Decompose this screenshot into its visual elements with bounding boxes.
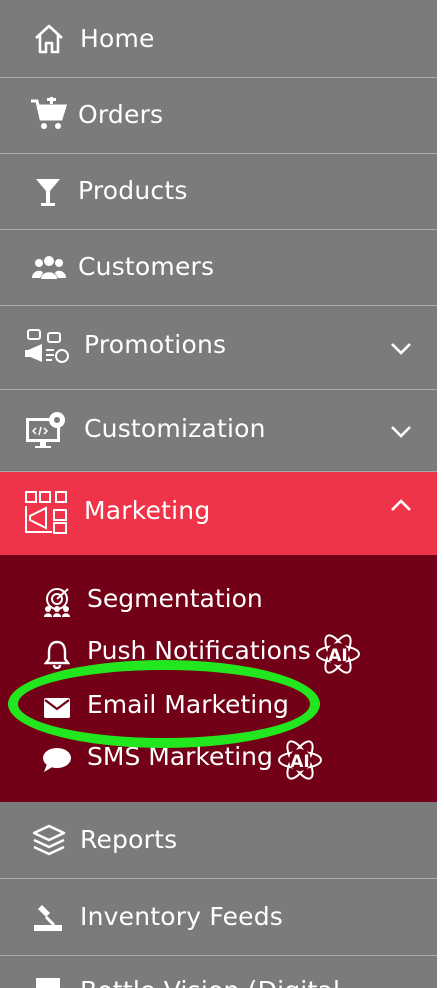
submenu-item-push-notifications[interactable]: Push Notifications AI: [0, 627, 437, 679]
sidebar-item-label: Inventory Feeds: [80, 902, 284, 931]
sidebar-item-promotions[interactable]: Promotions: [0, 306, 437, 390]
home-icon: [32, 22, 66, 56]
submenu-item-label: Email Marketing: [87, 690, 289, 719]
submenu-item-segmentation[interactable]: Segmentation: [0, 575, 437, 627]
monitor-gear-icon: [24, 410, 68, 450]
ai-atom-icon: AI: [278, 740, 322, 780]
sidebar-item-label: Promotions: [84, 330, 227, 359]
submenu-item-email-marketing[interactable]: Email Marketing: [0, 681, 437, 733]
sidebar-item-label: Bottle Vision (Digital: [80, 976, 340, 988]
cocktail-glass-icon: [34, 176, 62, 208]
chevron-down-icon[interactable]: [389, 336, 413, 360]
sidebar-item-inventory-feeds[interactable]: Inventory Feeds: [0, 879, 437, 956]
sidebar-item-label: Home: [80, 24, 155, 53]
users-icon: [32, 253, 66, 283]
sidebar-item-customization[interactable]: Customization: [0, 390, 437, 472]
chevron-down-icon[interactable]: [389, 419, 413, 443]
chevron-up-icon[interactable]: [389, 494, 413, 518]
bottle-icon: [34, 974, 62, 988]
megaphone-icon: [24, 328, 70, 368]
sidebar-item-marketing[interactable]: Marketing: [0, 472, 437, 555]
envelope-icon: [42, 693, 72, 723]
svg-text:AI: AI: [328, 646, 347, 666]
layers-icon: [32, 824, 66, 856]
sidebar-item-label: Reports: [80, 825, 178, 854]
target-audience-icon: [42, 587, 72, 617]
submenu-item-sms-marketing[interactable]: SMS Marketing AI: [0, 733, 437, 785]
submenu-item-label: Segmentation: [87, 584, 263, 613]
bell-icon: [42, 639, 72, 669]
cart-icon: [30, 97, 68, 131]
sidebar-nav: Home Orders Products Customers Promotion…: [0, 0, 437, 988]
sidebar-item-label: Orders: [78, 100, 164, 129]
sidebar-item-orders[interactable]: Orders: [0, 78, 437, 154]
sidebar-item-reports[interactable]: Reports: [0, 802, 437, 879]
sidebar-item-home[interactable]: Home: [0, 0, 437, 78]
submenu-item-label: SMS Marketing: [87, 742, 273, 771]
sidebar-item-customers[interactable]: Customers: [0, 230, 437, 306]
sidebar-item-products[interactable]: Products: [0, 154, 437, 230]
submenu-item-label: Push Notifications: [87, 636, 311, 665]
sidebar-item-label: Products: [78, 176, 188, 205]
svg-text:AI: AI: [290, 752, 309, 772]
ai-atom-icon: AI: [316, 634, 360, 674]
chat-bubble-icon: [42, 745, 72, 775]
sidebar-item-label: Customers: [78, 252, 215, 281]
stamp-icon: [32, 901, 64, 933]
sidebar-item-label: Customization: [84, 414, 266, 443]
sidebar-item-label: Marketing: [84, 496, 211, 525]
sidebar-item-partial[interactable]: Bottle Vision (Digital: [0, 956, 437, 988]
page-edge: [437, 0, 444, 988]
marketing-channels-icon: [24, 490, 70, 536]
marketing-submenu: Segmentation Push Notifications AI Email…: [0, 555, 437, 802]
